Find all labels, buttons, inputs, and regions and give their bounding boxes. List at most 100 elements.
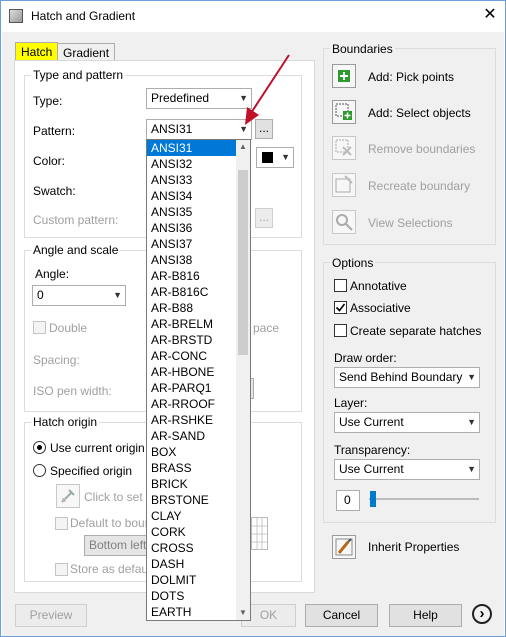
pattern-list-item[interactable]: DASH: [147, 556, 237, 572]
annotative-checkbox[interactable]: [334, 279, 347, 292]
remove-boundaries-button[interactable]: [332, 136, 356, 160]
transparency-select[interactable]: Use Current ▼: [334, 459, 480, 480]
angle-scale-group-label: Angle and scale: [31, 243, 121, 257]
pattern-list-item[interactable]: ANSI33: [147, 172, 237, 188]
swatch-label: Swatch:: [33, 184, 76, 198]
add-pick-points-icon: [338, 70, 350, 82]
specified-origin-label: Specified origin: [50, 464, 133, 478]
separate-hatches-label: Create separate hatches: [350, 324, 482, 338]
pattern-list-item[interactable]: AR-B88: [147, 300, 237, 316]
app-icon: [9, 9, 23, 23]
transparency-value: Use Current: [339, 462, 404, 476]
type-pattern-group-label: Type and pattern: [31, 68, 126, 82]
draw-order-select[interactable]: Send Behind Boundary ▼: [334, 367, 480, 388]
pattern-list-item[interactable]: AR-PARQ1: [147, 380, 237, 396]
preview-button[interactable]: Preview: [15, 604, 87, 627]
draw-order-label: Draw order:: [334, 351, 397, 365]
specified-origin-radio[interactable]: [33, 464, 46, 477]
set-origin-button[interactable]: [56, 484, 80, 508]
magnifier-icon: [336, 214, 353, 231]
transparency-slider-thumb[interactable]: [370, 491, 376, 507]
use-current-origin-radio[interactable]: [33, 441, 46, 454]
layer-value: Use Current: [339, 415, 404, 429]
inherit-properties-button[interactable]: [332, 535, 356, 559]
pattern-list-item[interactable]: ANSI36: [147, 220, 237, 236]
scroll-up-icon[interactable]: ▲: [236, 140, 250, 154]
origin-preview-icon: [251, 517, 268, 550]
background-color-select[interactable]: ▼: [256, 147, 294, 168]
view-selections-label[interactable]: View Selections: [368, 216, 453, 230]
pattern-list-item[interactable]: ANSI31: [147, 140, 237, 156]
tab-hatch[interactable]: Hatch: [15, 42, 59, 62]
view-selections-button[interactable]: [332, 210, 356, 234]
pattern-list-item[interactable]: DOTS: [147, 588, 237, 604]
relative-to-paper-space-label: pace: [253, 321, 280, 335]
draw-order-value: Send Behind Boundary: [339, 370, 463, 384]
pattern-list-item[interactable]: CORK: [147, 524, 237, 540]
layer-label: Layer:: [334, 396, 368, 410]
associative-checkbox[interactable]: [334, 301, 347, 314]
remove-boundaries-label[interactable]: Remove boundaries: [368, 142, 475, 156]
transparency-amount-field[interactable]: 0: [336, 490, 360, 511]
boundary-extents-select[interactable]: Bottom left: [84, 535, 148, 556]
add-select-objects-button[interactable]: [332, 100, 356, 124]
pattern-list-item[interactable]: ANSI37: [147, 236, 237, 252]
grid-icon: [252, 518, 267, 549]
pattern-list-item[interactable]: AR-BRELM: [147, 316, 237, 332]
pattern-list-item[interactable]: CROSS: [147, 540, 237, 556]
separate-hatches-checkbox[interactable]: [334, 324, 347, 337]
type-label: Type:: [33, 94, 63, 108]
color-label: Color:: [33, 154, 66, 168]
help-button[interactable]: Help: [389, 604, 462, 627]
color-swatch-icon: [262, 152, 273, 163]
transparency-slider-track[interactable]: [369, 498, 479, 500]
pattern-list-item[interactable]: AR-RSHKE: [147, 412, 237, 428]
store-as-default-checkbox[interactable]: [55, 563, 68, 576]
pattern-list-item[interactable]: ANSI34: [147, 188, 237, 204]
pattern-list-item[interactable]: AR-HBONE: [147, 364, 237, 380]
pattern-list-item[interactable]: BRASS: [147, 460, 237, 476]
more-options-button[interactable]: ›: [472, 604, 492, 624]
inherit-properties-label[interactable]: Inherit Properties: [368, 540, 459, 554]
scroll-down-icon[interactable]: ▼: [236, 606, 250, 620]
double-checkbox[interactable]: [33, 321, 46, 334]
default-to-boundary-checkbox[interactable]: [55, 517, 68, 530]
window-title: Hatch and Gradient: [31, 9, 136, 23]
add-select-objects-label[interactable]: Add: Select objects: [368, 106, 471, 120]
pattern-list-item[interactable]: AR-BRSTD: [147, 332, 237, 348]
pattern-list-item[interactable]: DOLMIT: [147, 572, 237, 588]
add-pick-points-button[interactable]: [332, 64, 356, 88]
pattern-list-item[interactable]: BRSTONE: [147, 492, 237, 508]
pattern-list-item[interactable]: CLAY: [147, 508, 237, 524]
add-pick-points-label[interactable]: Add: Pick points: [368, 70, 454, 84]
iso-pen-width-label: ISO pen width:: [33, 384, 112, 398]
angle-select[interactable]: 0 ▼: [32, 285, 126, 306]
cancel-button[interactable]: Cancel: [305, 604, 378, 627]
pattern-list-item[interactable]: ANSI32: [147, 156, 237, 172]
angle-label: Angle:: [35, 267, 70, 281]
layer-select[interactable]: Use Current ▼: [334, 412, 480, 433]
transparency-label: Transparency:: [334, 443, 411, 457]
pattern-list-item[interactable]: AR-CONC: [147, 348, 237, 364]
pattern-list-item[interactable]: EARTH: [147, 604, 237, 620]
pattern-list-item[interactable]: AR-B816C: [147, 284, 237, 300]
pattern-list-item[interactable]: ANSI35: [147, 204, 237, 220]
boundary-extents-value: Bottom left: [89, 538, 147, 552]
annotation-arrow-icon: [245, 54, 290, 125]
pattern-list-item[interactable]: AR-SAND: [147, 428, 237, 444]
chevron-down-icon: ▼: [281, 152, 290, 162]
pattern-list-item[interactable]: BRICK: [147, 476, 237, 492]
custom-pattern-browse-button[interactable]: ...: [255, 208, 273, 228]
pattern-list-item[interactable]: BOX: [147, 444, 237, 460]
close-icon[interactable]: ✕: [479, 4, 501, 26]
title-bar: Hatch and Gradient ✕: [1, 1, 505, 32]
dropdown-scrollbar[interactable]: ▲ ▼: [236, 140, 250, 620]
pattern-select-value: ANSI31: [151, 122, 193, 136]
pattern-list-item[interactable]: AR-RROOF: [147, 396, 237, 412]
pattern-list-item[interactable]: AR-B816: [147, 268, 237, 284]
pattern-list-item[interactable]: ANSI38: [147, 252, 237, 268]
scrollbar-thumb[interactable]: [238, 170, 248, 355]
recreate-boundary-label[interactable]: Recreate boundary: [368, 179, 470, 193]
chevron-down-icon: ▼: [467, 372, 476, 382]
recreate-boundary-button[interactable]: [332, 173, 356, 197]
